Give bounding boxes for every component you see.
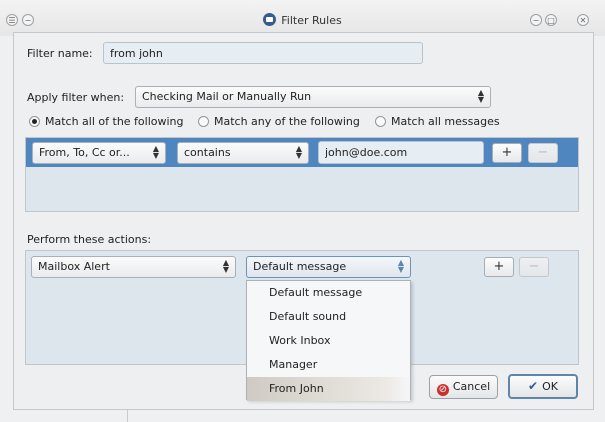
radio-checked-icon	[29, 116, 40, 127]
apply-filter-when-select[interactable]: Checking Mail or Manually Run ▲ ▼	[135, 86, 491, 108]
perform-actions-label: Perform these actions:	[27, 233, 152, 246]
rule-field-select[interactable]: From, To, Cc or... ▲ ▼	[32, 142, 166, 164]
remove-action-button[interactable]: −	[519, 257, 549, 277]
rule-operator-select[interactable]: contains ▲ ▼	[177, 142, 309, 164]
action-target-value: Default message	[253, 260, 347, 273]
window-title-text: Filter Rules	[281, 14, 342, 27]
match-all-messages-label: Match all messages	[391, 115, 500, 128]
match-any-label: Match any of the following	[214, 115, 360, 128]
action-target-dropdown: Default message Default sound Work Inbox…	[246, 280, 411, 401]
updown-arrows-icon: ▲ ▼	[477, 88, 484, 104]
updown-arrows-icon: ▲ ▼	[397, 258, 404, 274]
apply-filter-when-label: Apply filter when:	[27, 91, 125, 104]
remove-rule-button[interactable]: −	[528, 143, 558, 163]
action-type-select[interactable]: Mailbox Alert ▲ ▼	[31, 256, 236, 278]
radio-unchecked-icon	[198, 116, 209, 127]
add-rule-button[interactable]: +	[492, 143, 522, 163]
action-type-value: Mailbox Alert	[38, 260, 110, 273]
updown-arrows-icon: ▲ ▼	[295, 144, 302, 160]
updown-arrows-icon: ▲ ▼	[222, 258, 229, 274]
ok-label: OK	[542, 380, 558, 393]
dropdown-item[interactable]: Default sound	[247, 305, 410, 329]
dropdown-item[interactable]: Default message	[247, 281, 410, 305]
dropdown-item[interactable]: Manager	[247, 353, 410, 377]
rule-value-input[interactable]	[318, 141, 484, 164]
filter-name-label: Filter name:	[27, 47, 93, 60]
match-all-label: Match all of the following	[45, 115, 184, 128]
ok-button[interactable]: ✔ OK	[508, 374, 578, 399]
radio-unchecked-icon	[375, 116, 386, 127]
dropdown-item-selected[interactable]: From John	[247, 377, 410, 401]
filter-name-input[interactable]	[103, 42, 423, 64]
add-action-button[interactable]: +	[484, 257, 514, 277]
dropdown-item[interactable]: Work Inbox	[247, 329, 410, 353]
cancel-icon: ⊘	[436, 384, 449, 396]
window-title: Filter Rules	[0, 13, 605, 27]
close-icon[interactable]: ✕	[577, 14, 589, 26]
rule-operator-value: contains	[184, 146, 231, 159]
thunderbird-app-icon	[263, 13, 277, 26]
match-all-radio[interactable]: Match all of the following	[29, 115, 184, 128]
checkmark-icon: ✔	[528, 379, 539, 393]
apply-filter-when-value: Checking Mail or Manually Run	[142, 90, 312, 103]
action-target-select[interactable]: Default message ▲ ▼	[246, 256, 411, 278]
match-all-messages-radio[interactable]: Match all messages	[375, 115, 500, 128]
cancel-button[interactable]: ⊘ Cancel	[429, 375, 498, 399]
match-any-radio[interactable]: Match any of the following	[198, 115, 360, 128]
title-bar: ☰ − Filter Rules − □ ✕	[0, 0, 605, 36]
background-divider-bottom	[127, 410, 128, 422]
updown-arrows-icon: ▲ ▼	[152, 144, 159, 160]
maximize-icon[interactable]: □	[545, 14, 557, 26]
rule-field-value: From, To, Cc or...	[39, 146, 130, 159]
minimize-icon[interactable]: −	[530, 14, 542, 26]
cancel-label: Cancel	[452, 380, 491, 393]
